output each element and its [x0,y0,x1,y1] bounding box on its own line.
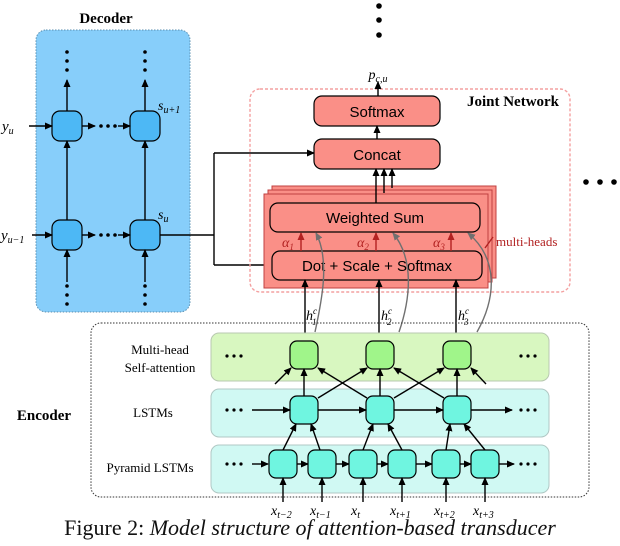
lstm-cell-2 [365,395,395,425]
pyramid-lstm-label: Pyramid LSTMs [106,460,193,475]
decoder-cell-lower-left [51,219,83,251]
decoder-title: Decoder [79,11,133,27]
vertical-ellipsis-top [376,3,382,38]
lstm-ellipsis-right [519,408,537,412]
self-attention-ellipsis-left [225,354,243,358]
multi-heads-label: multi-heads [496,234,557,249]
decoder-ellipsis-lower [99,233,117,237]
lstm-cell-3 [442,395,472,425]
horizontal-ellipsis-right [583,179,617,185]
encoder-title: Encoder [17,408,72,424]
figure-caption: Figure 2: Model structure of attention-b… [0,515,620,541]
self-attention-ellipsis-right [519,354,537,358]
pyramid-lstm-cell-6 [470,449,500,479]
h2c-label: hc 2 [381,306,392,327]
diagram-canvas: Decoder yu yu−1 su+1 su Joint Network pc… [0,3,617,521]
attention-cell-1 [289,340,319,370]
decoder: Decoder yu yu−1 su+1 su [0,11,191,313]
softmax-label: Softmax [349,104,405,121]
pyramid-lstm-cell-1 [268,449,298,479]
decoder-box [35,29,191,313]
concat-label: Concat [353,147,401,164]
decoder-input-yu-1: yu−1 [0,228,24,246]
joint-network: Joint Network pc,u Softmax Concat Weight… [249,68,571,333]
weighted-sum-label: Weighted Sum [326,210,424,227]
h1c-label: hc 1 [306,306,317,327]
attention-cell-3 [442,340,472,370]
pyramid-lstm-cell-3 [348,449,378,479]
pyramid-lstm-cell-2 [307,449,337,479]
lstm-ellipsis-left [225,408,243,412]
encoder: Encoder Multi-head Self-attention LSTMs … [17,322,590,498]
caption-prefix: Figure 2: [64,515,150,540]
pyramid-lstm-cell-5 [431,449,461,479]
h3c-label: hc 3 [458,306,469,327]
decoder-cell-upper-left [51,110,83,142]
attention-cell-2 [365,340,395,370]
decoder-cell-lower-right [129,219,161,251]
pyramid-lstm-cell-4 [387,449,417,479]
pyramid-ellipsis-left [225,462,243,466]
dot-scale-softmax-label: Dot + Scale + Softmax [302,258,453,275]
decoder-ellipsis-upper [99,124,117,128]
self-attention-label-line1: Multi-head [131,342,189,357]
pyramid-ellipsis-right [519,462,537,466]
lstm-label: LSTMs [133,405,173,420]
joint-network-title: Joint Network [467,94,560,110]
self-attention-label-line2: Self-attention [125,360,196,375]
caption-text: Model structure of attention-based trans… [149,515,556,540]
decoder-input-yu: yu [0,119,14,137]
lstm-cell-1 [289,395,319,425]
decoder-cell-upper-right [129,110,161,142]
